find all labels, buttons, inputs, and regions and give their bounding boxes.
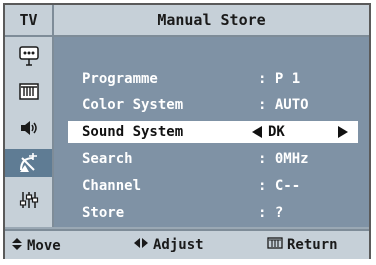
menu-item-value: : AUTO bbox=[258, 97, 309, 113]
menu-icon bbox=[267, 237, 283, 253]
channel-icon[interactable] bbox=[5, 149, 52, 177]
menu-item-label: Search bbox=[82, 151, 133, 167]
menu-item-label: Color System bbox=[82, 97, 184, 113]
input-icon[interactable] bbox=[14, 43, 44, 69]
page-title: Manual Store bbox=[157, 11, 266, 29]
adjust-hint: Adjust bbox=[133, 237, 204, 253]
menu-item-color-system[interactable]: Color System : AUTO bbox=[68, 94, 358, 116]
menu-item-label: Programme bbox=[82, 71, 158, 87]
menu-item-programme[interactable]: Programme : P 1 bbox=[68, 68, 358, 90]
picture-icon[interactable] bbox=[14, 79, 44, 105]
menu-item-value: : ? bbox=[258, 205, 284, 221]
menu-item-value: : P 1 bbox=[258, 71, 301, 87]
right-arrow-icon[interactable] bbox=[338, 126, 348, 138]
return-hint: Return bbox=[267, 237, 338, 253]
menu-item-store[interactable]: Store : ? bbox=[68, 202, 358, 224]
menu-item-sound-system[interactable]: Sound System DK bbox=[68, 121, 358, 143]
sound-icon[interactable] bbox=[14, 115, 44, 141]
left-right-arrow-icon bbox=[133, 237, 149, 253]
tv-label: TV bbox=[5, 5, 54, 35]
header: TV Manual Store bbox=[5, 5, 369, 37]
osd-menu: TV Manual Store Programme: P 1 Color Sy… bbox=[3, 3, 371, 259]
return-label: Return bbox=[287, 237, 338, 253]
menu-item-label: Store bbox=[82, 205, 125, 221]
move-label: Move bbox=[27, 238, 61, 254]
menu-item-channel[interactable]: Channel : C-- bbox=[68, 175, 358, 197]
sidebar bbox=[5, 37, 54, 227]
menu-item-label: Sound System bbox=[82, 124, 184, 140]
menu-content: Programme : P 1 Color System : AUTO Soun… bbox=[54, 37, 369, 227]
menu-item-value: DK bbox=[268, 124, 285, 140]
menu-item-label: Channel bbox=[82, 178, 142, 194]
menu-item-value: : C-- bbox=[258, 178, 301, 194]
up-down-arrow-icon bbox=[11, 237, 23, 255]
menu-item-value: : 0MHz bbox=[258, 151, 309, 167]
setup-icon[interactable] bbox=[14, 187, 44, 213]
footer-hints: Move Adjust Return bbox=[5, 229, 369, 259]
adjust-label: Adjust bbox=[153, 237, 204, 253]
move-hint: Move bbox=[11, 237, 61, 255]
menu-item-search[interactable]: Search : 0MHz bbox=[68, 148, 358, 170]
left-arrow-icon[interactable] bbox=[252, 126, 262, 138]
